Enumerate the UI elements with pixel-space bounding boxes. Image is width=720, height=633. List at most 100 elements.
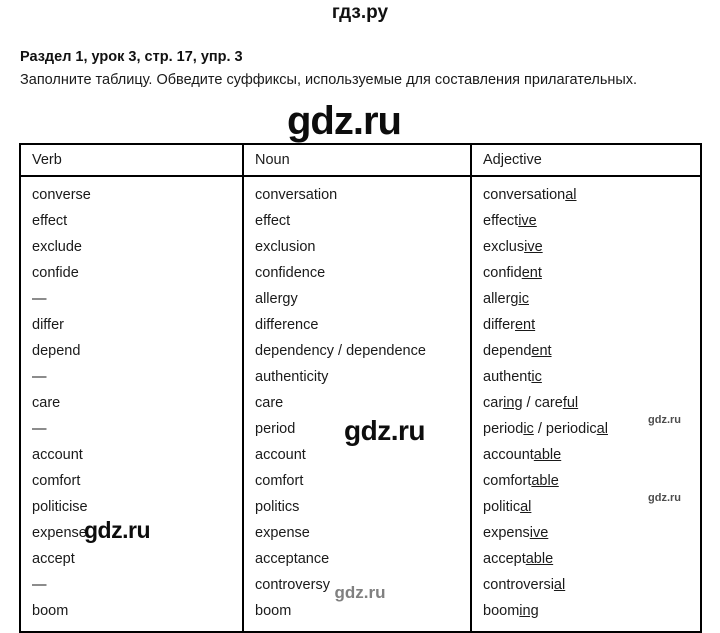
table-row: converse conversation conversational — [21, 176, 700, 208]
word-formation-table: Verb Noun Adjective converse conversation… — [19, 143, 702, 633]
site-brand-top: гдз.ру — [331, 2, 389, 23]
cell-adjective: authentic — [470, 364, 700, 390]
cell-adjective: different — [470, 312, 700, 338]
column-header-noun: Noun — [242, 145, 471, 177]
adjective-stem: expens — [483, 525, 530, 541]
adjective-stem: authent — [483, 369, 532, 385]
cell-verb: differ — [32, 317, 64, 333]
adjective-suffix-secondary: ful — [562, 395, 579, 411]
table-row: confide confidence confident — [21, 260, 700, 286]
table-row: exclude exclusion exclusive — [21, 234, 700, 260]
adjective-suffix: ing — [503, 395, 523, 411]
adjective-stem: account — [483, 447, 534, 463]
cell-noun: comfort — [242, 468, 471, 494]
cell-noun: boom — [242, 598, 471, 631]
adjective-stem-secondary: / care — [522, 395, 563, 411]
table-row: politicise politics political — [21, 494, 700, 520]
cell-verb: — — [32, 421, 47, 437]
cell-verb: effect — [32, 213, 68, 229]
adjective-stem: boom — [483, 603, 520, 619]
table-row: comfort comfort comfortable — [21, 468, 700, 494]
cell-noun: care — [242, 390, 471, 416]
table-row: — period periodic / periodical — [21, 416, 700, 442]
adjective-suffix: able — [531, 473, 559, 489]
cell-adjective: dependent — [470, 338, 700, 364]
cell-verb: account — [32, 447, 83, 463]
adjective-stem: controversi — [483, 577, 554, 593]
adjective-suffix: al — [553, 577, 566, 593]
adjective-stem: depend — [483, 343, 532, 359]
cell-verb: accept — [32, 551, 75, 567]
adjective-stem: differ — [483, 317, 515, 333]
adjective-suffix: ive — [524, 239, 543, 255]
adjective-suffix: able — [533, 447, 562, 463]
cell-noun: authenticity — [242, 364, 471, 390]
cell-verb: — — [32, 291, 47, 307]
cell-noun: acceptance — [242, 546, 471, 572]
cell-verb: politicise — [32, 499, 88, 515]
table-row: — authenticity authentic — [21, 364, 700, 390]
cell-adjective: political — [470, 494, 700, 520]
cell-verb: converse — [32, 187, 91, 203]
adjective-suffix-secondary: al — [596, 421, 608, 437]
adjective-stem: allerg — [483, 291, 519, 307]
adjective-suffix: ing — [519, 603, 539, 619]
table-body: converse conversation conversational effect… — [21, 176, 700, 631]
cell-adjective: effective — [470, 208, 700, 234]
adjective-stem: effect — [483, 213, 519, 229]
page-title: Раздел 1, урок 3, стр. 17, упр. 3 — [20, 49, 243, 65]
watermark-large-top: gdz.ru — [287, 99, 402, 143]
cell-noun: period — [242, 416, 471, 442]
cell-adjective: comfortable — [470, 468, 700, 494]
cell-adjective: confident — [470, 260, 700, 286]
cell-verb: — — [32, 577, 47, 593]
cell-adjective: periodic / periodical — [470, 416, 700, 442]
adjective-suffix: able — [525, 551, 554, 567]
table-header-row: Verb Noun Adjective — [21, 145, 700, 177]
cell-noun: confidence — [242, 260, 471, 286]
cell-noun: expense — [242, 520, 471, 546]
adjective-stem: car — [483, 395, 504, 411]
cell-adjective: conversational — [470, 176, 700, 208]
cell-verb: care — [32, 395, 61, 411]
cell-adjective: booming — [470, 598, 700, 631]
cell-noun: conversation — [242, 176, 471, 208]
table-row: accept acceptance acceptable — [21, 546, 700, 572]
cell-noun: account — [242, 442, 471, 468]
table-row: care care caring / careful — [21, 390, 700, 416]
task-heading-block: Раздел 1, урок 3, стр. 17, упр. 3 Заполн… — [20, 47, 660, 91]
adjective-suffix: ic — [518, 291, 529, 307]
adjective-stem: comfort — [483, 473, 532, 489]
adjective-suffix: al — [565, 187, 577, 203]
cell-noun: allergy — [242, 286, 471, 312]
table-row: depend dependency / dependence dependent — [21, 338, 700, 364]
adjective-suffix: ive — [518, 213, 537, 229]
cell-verb: comfort — [32, 473, 81, 489]
cell-adjective: caring / careful — [470, 390, 700, 416]
task-description: Заполните таблицу. Обведите суффиксы, ис… — [20, 72, 638, 88]
adjective-suffix: ic — [523, 421, 534, 437]
adjective-suffix: ive — [529, 525, 549, 541]
adjective-suffix: ent — [521, 265, 542, 281]
cell-verb: expense — [32, 525, 87, 541]
cell-noun: dependency / dependence — [242, 338, 471, 364]
adjective-stem: accept — [483, 551, 526, 567]
cell-verb: boom — [32, 603, 69, 619]
adjective-stem: politic — [483, 499, 521, 515]
cell-noun: exclusion — [242, 234, 471, 260]
table-row: — allergy allergic — [21, 286, 700, 312]
cell-adjective: accountable — [470, 442, 700, 468]
table-row: account account accountable — [21, 442, 700, 468]
cell-noun: effect — [242, 208, 471, 234]
cell-adjective: controversial — [470, 572, 700, 598]
adjective-stem: confid — [483, 265, 522, 281]
cell-adjective: allergic — [470, 286, 700, 312]
table-row: expense expense expensive — [21, 520, 700, 546]
adjective-suffix: ent — [531, 343, 552, 359]
cell-verb: depend — [32, 343, 81, 359]
column-header-adjective: Adjective — [470, 145, 700, 177]
adjective-stem: period — [483, 421, 524, 437]
adjective-suffix: al — [520, 499, 532, 515]
adjective-suffix: ent — [514, 317, 536, 333]
table-row: effect effect effective — [21, 208, 700, 234]
